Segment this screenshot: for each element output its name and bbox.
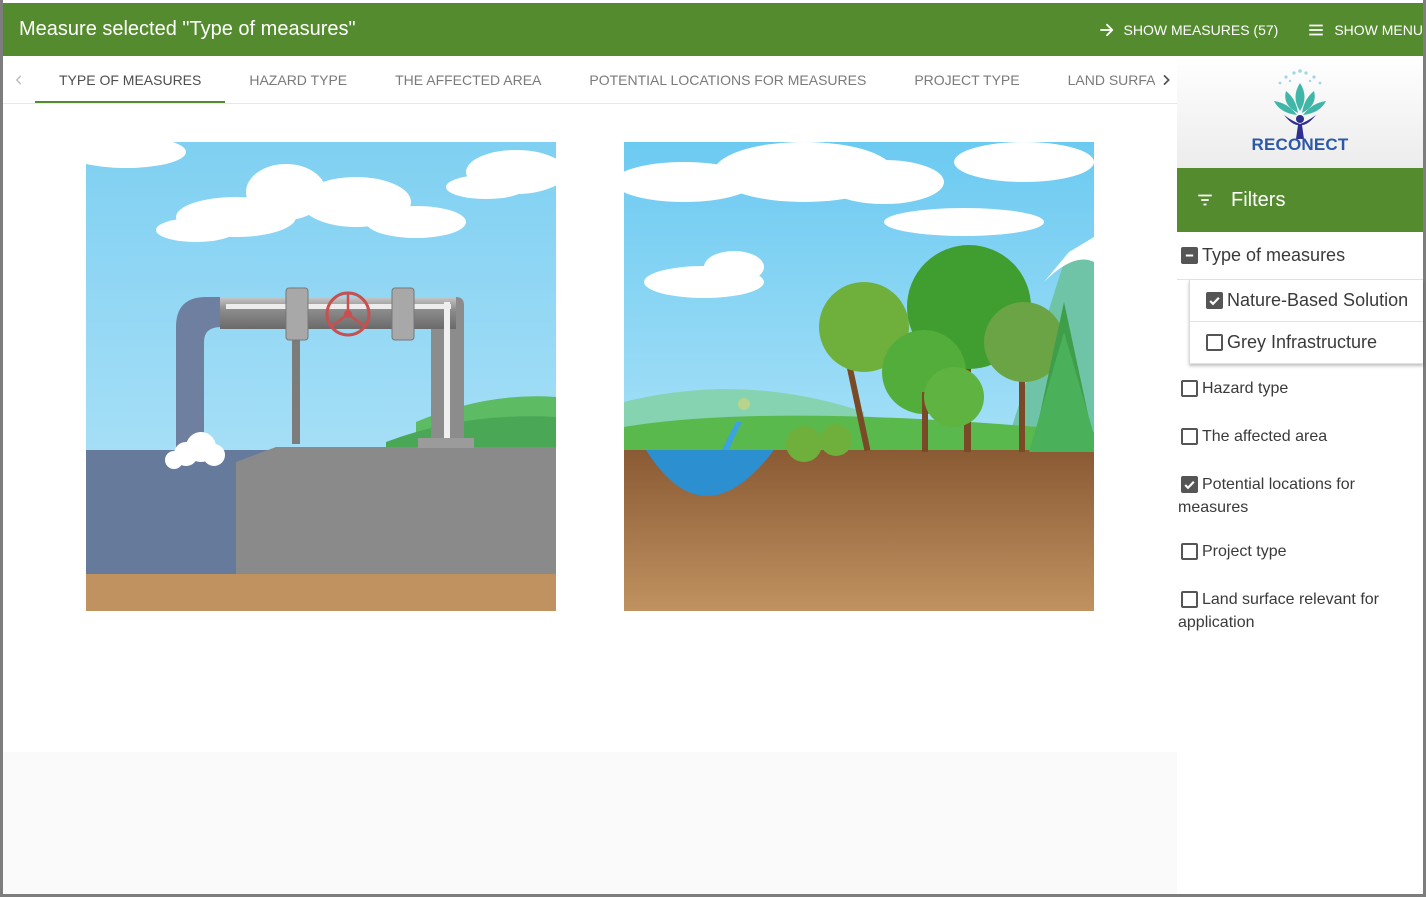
tab-land-surface[interactable]: LAND SURFACE RELEVANT FOR APPLICATION <box>1044 56 1155 103</box>
filter-option-nature-based-solution[interactable]: Nature-Based Solution <box>1190 280 1423 322</box>
filter-option-label: Nature-Based Solution <box>1227 290 1409 310</box>
check-icon <box>1184 481 1195 490</box>
unchecked-checkbox[interactable] <box>1181 380 1198 397</box>
main-content <box>3 104 1177 752</box>
minus-icon <box>1185 254 1194 257</box>
filter-hazard-type[interactable]: Hazard type <box>1177 377 1423 425</box>
tab-type-of-measures[interactable]: TYPE OF MEASURES <box>35 56 226 103</box>
unchecked-checkbox[interactable] <box>1181 428 1198 445</box>
filter-label-continued: measures <box>1178 499 1249 516</box>
unchecked-checkbox[interactable] <box>1181 543 1198 560</box>
menu-icon <box>1306 21 1326 39</box>
filter-label: Land surface relevant for <box>1202 591 1379 608</box>
filter-potential-locations[interactable]: Potential locations for measures <box>1177 473 1423 540</box>
show-menu-label: SHOW MENU <box>1334 21 1423 38</box>
footer-area <box>3 752 1177 894</box>
check-icon <box>1209 297 1220 306</box>
filter-label: Project type <box>1202 543 1287 560</box>
tab-potential-locations[interactable]: POTENTIAL LOCATIONS FOR MEASURES <box>565 56 890 103</box>
logo-text: RECONECT <box>1251 135 1349 154</box>
chevron-left-icon <box>15 74 22 85</box>
filter-group-label: Type of measures <box>1202 245 1346 265</box>
filters-header: Filters <box>1177 168 1423 232</box>
show-menu-button[interactable]: SHOW MENU <box>1306 21 1423 39</box>
filter-option-label: Grey Infrastructure <box>1227 332 1378 352</box>
page-title: Measure selected "Type of measures" <box>19 18 356 40</box>
filter-affected-area[interactable]: The affected area <box>1177 425 1423 473</box>
category-tabs: TYPE OF MEASURES HAZARD TYPE THE AFFECTE… <box>3 56 1177 104</box>
indeterminate-checkbox[interactable] <box>1181 247 1198 264</box>
filter-label: Hazard type <box>1202 380 1289 397</box>
tab-project-type[interactable]: PROJECT TYPE <box>890 56 1043 103</box>
unchecked-checkbox[interactable] <box>1206 334 1223 351</box>
filter-group-type-of-measures[interactable]: Type of measures <box>1177 232 1423 280</box>
arrow-right-icon <box>1098 21 1116 39</box>
tabs-scroll-right-button[interactable] <box>1155 56 1177 103</box>
filter-list-icon <box>1195 191 1215 209</box>
filter-label: The affected area <box>1202 428 1328 445</box>
filter-label: Potential locations for <box>1202 476 1355 493</box>
tab-hazard-type[interactable]: HAZARD TYPE <box>225 56 371 103</box>
filter-land-surface[interactable]: Land surface relevant for application <box>1177 588 1423 655</box>
filters-sidebar: RECONECT Filters Type of measures Nature… <box>1177 56 1423 894</box>
checked-checkbox[interactable] <box>1181 476 1198 493</box>
filter-option-grey-infrastructure[interactable]: Grey Infrastructure <box>1190 322 1423 364</box>
filter-group-options: Nature-Based Solution Grey Infrastructur… <box>1189 280 1423 364</box>
chevron-right-icon <box>1163 74 1170 85</box>
show-measures-button[interactable]: SHOW MEASURES (57) <box>1098 21 1279 39</box>
unchecked-checkbox[interactable] <box>1181 591 1198 608</box>
filter-label-continued: application <box>1178 614 1255 631</box>
grey-infrastructure-image[interactable] <box>86 142 556 611</box>
app-header: Measure selected "Type of measures" SHOW… <box>3 3 1423 56</box>
lotus-logo-icon <box>1274 69 1326 139</box>
filter-project-type[interactable]: Project type <box>1177 540 1423 588</box>
checked-checkbox[interactable] <box>1206 292 1223 309</box>
tabs-scroll-left-button[interactable] <box>3 56 35 103</box>
nature-based-solution-image[interactable] <box>624 142 1094 611</box>
show-measures-label: SHOW MEASURES (57) <box>1123 21 1279 38</box>
tab-affected-area[interactable]: THE AFFECTED AREA <box>371 56 565 103</box>
tab-strip: TYPE OF MEASURES HAZARD TYPE THE AFFECTE… <box>35 56 1155 103</box>
filters-title: Filters <box>1231 188 1286 211</box>
reconect-logo: RECONECT <box>1177 56 1423 168</box>
